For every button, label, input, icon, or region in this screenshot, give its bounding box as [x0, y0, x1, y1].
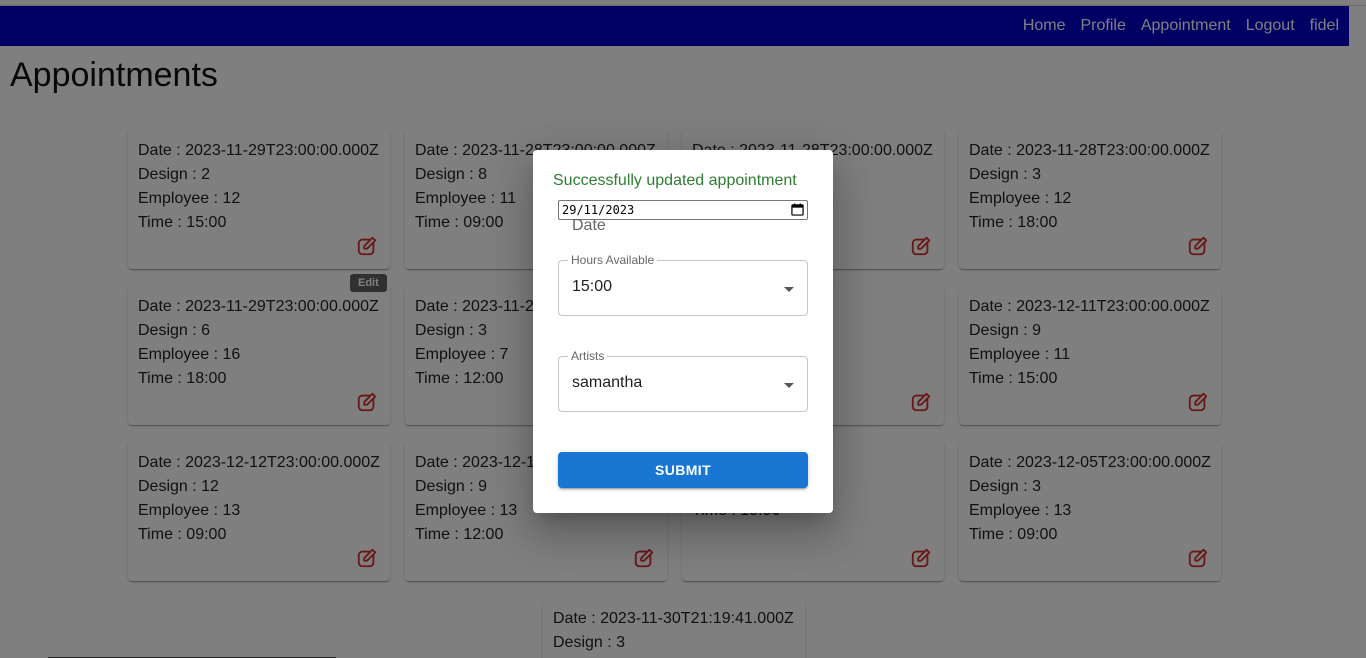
arrow-drop-down-icon [784, 287, 794, 292]
arrow-drop-down-icon [784, 383, 794, 388]
hours-available-label: Hours Available [568, 253, 658, 267]
artists-value: samantha [572, 374, 643, 391]
artists-select[interactable]: Artists samantha [558, 349, 808, 412]
hours-available-value: 15:00 [572, 278, 613, 295]
calendar-icon[interactable] [791, 203, 804, 216]
edit-appointment-modal: Successfully updated appointment 29/11/2… [533, 150, 833, 513]
appointments-page: Home Profile Appointment Logout fidel Ap… [0, 0, 1366, 658]
date-input-value: 29/11/2023 [562, 203, 635, 217]
artists-label: Artists [568, 349, 608, 363]
hours-available-select[interactable]: Hours Available 15:00 [558, 253, 808, 316]
success-message: Successfully updated appointment [553, 172, 797, 189]
submit-button[interactable]: SUBMIT [558, 452, 808, 488]
date-label: Date [572, 217, 606, 234]
